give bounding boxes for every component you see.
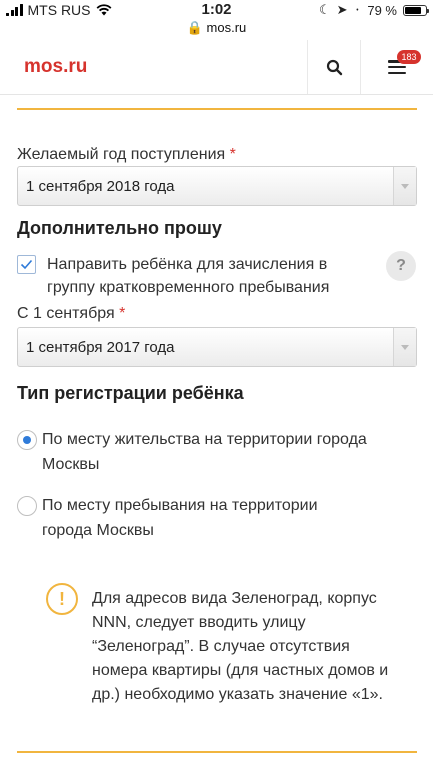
checkmark-icon (20, 259, 33, 270)
short-stay-checkbox[interactable] (17, 255, 36, 274)
registration-section-title: Тип регистрации ребёнка (17, 383, 244, 403)
extra-section-title: Дополнительно прошу (17, 218, 222, 238)
battery-percent: 79 % (367, 2, 397, 18)
radio-residence[interactable] (17, 430, 37, 450)
moon-icon: ☾ (318, 2, 331, 17)
bluetooth-icon: ᛫ (353, 2, 362, 18)
address-url: mos.ru (206, 20, 247, 35)
chevron-down-icon (393, 328, 416, 366)
required-mark: * (119, 305, 126, 322)
menu-button[interactable]: 183 (360, 40, 433, 94)
radio-stay[interactable] (17, 496, 37, 516)
top-divider (17, 108, 417, 110)
status-bar: MTS RUS 1:02 🔒 mos.ru ☾ ➤ ᛫ 79 % (0, 0, 433, 38)
radio-residence-label[interactable]: По месту жительства на территории города… (42, 427, 372, 477)
battery-fill (405, 6, 421, 14)
year-select-value: 1 сентября 2018 года (26, 178, 175, 195)
chevron-down-icon (393, 167, 416, 205)
radio-selected-dot (23, 436, 31, 444)
from-label: С 1 сентября * (17, 305, 125, 323)
address-bar[interactable]: 🔒 mos.ru (0, 20, 433, 36)
warning-icon: ! (46, 583, 78, 615)
short-stay-checkbox-label[interactable]: Направить ребёнка для зачисления в групп… (47, 253, 367, 299)
search-button[interactable] (307, 40, 361, 94)
year-select[interactable]: 1 сентября 2018 года (17, 166, 417, 206)
required-mark: * (229, 146, 236, 163)
from-select-value: 1 сентября 2017 года (26, 339, 175, 356)
help-icon[interactable]: ? (386, 251, 416, 281)
year-label: Желаемый год поступления * (17, 146, 236, 164)
from-label-text: С 1 сентября (17, 305, 115, 322)
radio-stay-label[interactable]: По месту пребывания на территории города… (42, 493, 372, 543)
site-logo[interactable]: mos.ru (24, 56, 87, 78)
from-select[interactable]: 1 сентября 2017 года (17, 327, 417, 367)
year-label-text: Желаемый год поступления (17, 146, 226, 163)
status-right: ☾ ➤ ᛫ 79 % (318, 2, 429, 18)
lock-icon: 🔒 (186, 20, 203, 35)
bottom-divider (17, 751, 417, 753)
location-icon: ➤ (336, 2, 348, 17)
battery-icon (403, 4, 429, 16)
address-note: Для адресов вида Зеленоград, корпус NNN,… (92, 590, 389, 703)
search-icon (326, 59, 342, 75)
site-header: mos.ru 183 (0, 40, 433, 95)
notification-badge: 183 (397, 50, 421, 64)
